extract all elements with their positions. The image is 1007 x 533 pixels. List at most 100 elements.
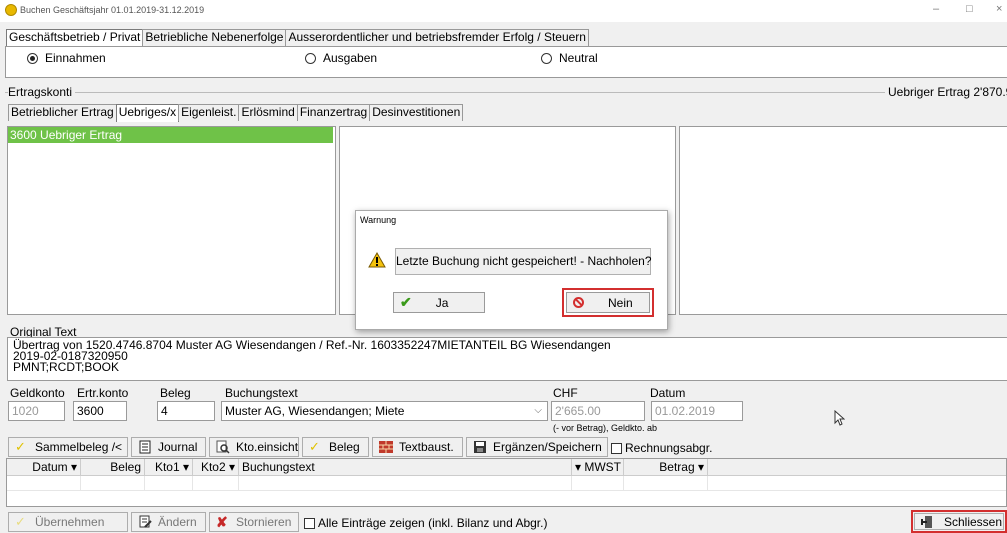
journal-icon [138,440,152,454]
schliessen-button[interactable]: Schliessen [914,513,1004,530]
radio-label: Ausgaben [323,51,378,65]
col-datum[interactable]: Datum ▾ [7,459,81,475]
ertrkonto-field[interactable]: 3600 [73,401,127,421]
grid-cell [572,476,624,490]
chf-field[interactable]: 2'665.00 [551,401,645,421]
journal-button[interactable]: Journal [131,437,206,457]
col-betrag[interactable]: Betrag ▾ [624,459,708,475]
cross-icon: ✘ [216,514,228,530]
tab-finanzertrag[interactable]: Finanzertrag [296,104,371,121]
col-beleg[interactable]: Beleg [81,459,145,475]
kto-einsicht-button[interactable]: Kto.einsicht [209,437,299,457]
aendern-label: Ändern [158,515,197,529]
col-kto2[interactable]: Kto2 ▾ [193,459,239,475]
geldkonto-field[interactable]: 1020 [8,401,65,421]
check-icon: ✔ [400,294,412,310]
checkbox-box [611,442,622,454]
tab-geschaeftsbetrieb[interactable]: Geschäftsbetrieb / Privat [6,29,144,47]
textbaust-label: Textbaust. [399,440,454,454]
rechnungsabgr-checkbox[interactable]: Rechnungsabgr. [611,441,712,455]
check-icon: ✓ [15,439,26,454]
original-text-box[interactable]: Übertrag von 1520.4746.8704 Muster AG Wi… [7,337,1007,381]
maximize-button[interactable]: □ [966,3,973,15]
ertrkonto-label: Ertr.konto [77,386,129,400]
mouse-cursor-icon [834,410,845,426]
col-kto1[interactable]: Kto1 ▾ [145,459,193,475]
radio-panel [5,46,1007,78]
tab-desinvestitionen[interactable]: Desinvestitionen [369,104,464,121]
col-mwst[interactable]: ▾ MWST [572,459,624,475]
original-text-line: PMNT;RCDT;BOOK [13,360,120,374]
uebernehmen-button[interactable]: ✓ Übernehmen [8,512,128,532]
sammelbeleg-label: Sammelbeleg /< [35,440,123,454]
rechnungsabgr-label: Rechnungsabgr. [625,441,713,455]
grid-header: Datum ▾ Beleg Kto1 ▾ Kto2 ▾ Buchungstext… [7,459,1006,476]
ergaenzen-speichern-button[interactable]: Ergänzen/Speichern [466,437,608,457]
chevron-down-icon: ⌵ [534,405,542,416]
alle-eintraege-label: Alle Einträge zeigen (inkl. Bilanz und A… [318,516,548,530]
uebernehmen-label: Übernehmen [35,515,105,529]
alle-eintraege-checkbox[interactable]: Alle Einträge zeigen (inkl. Bilanz und A… [304,516,547,530]
radio-neutral[interactable]: Neutral [541,51,598,65]
beleg-field[interactable]: 4 [157,401,215,421]
radio-einnahmen[interactable]: Einnahmen [27,51,106,65]
ja-button[interactable]: ✔ Ja [393,292,485,313]
aendern-button[interactable]: Ändern [131,512,206,532]
radio-label: Neutral [559,51,598,65]
col-buchungstext[interactable]: Buchungstext [239,459,572,475]
grid-cell [624,476,708,490]
group-divider [5,92,1007,93]
konti-list[interactable]: 3600 Uebriger Ertrag [7,126,336,315]
sammelbeleg-button[interactable]: ✓ Sammelbeleg /< [8,437,128,457]
nein-highlight: Nein [562,288,654,317]
kto-einsicht-label: Kto.einsicht [236,440,299,454]
stornieren-button[interactable]: ✘ Stornieren [209,512,299,532]
journal-grid[interactable]: Datum ▾ Beleg Kto1 ▾ Kto2 ▾ Buchungstext… [6,458,1007,507]
tab-eigenleist[interactable]: Eigenleist. [178,104,240,121]
radio-dot [541,52,552,64]
datum-field[interactable]: 01.02.2019 [651,401,743,421]
edit-icon [138,515,152,529]
buchungstext-value: Muster AG, Wiesendangen; Miete [225,404,405,418]
dialog-message: Letzte Buchung nicht gespeichert! - Nach… [395,248,652,275]
radio-ausgaben[interactable]: Ausgaben [305,51,377,65]
textbaust-button[interactable]: Textbaust. [372,437,463,457]
list-item[interactable]: 3600 Uebriger Ertrag [8,127,333,143]
tab-nebenerfolge[interactable]: Betriebliche Nebenerfolge [142,29,287,46]
uebriger-ertrag-summary: Uebriger Ertrag 2'870.90 [885,85,1007,99]
right-list[interactable] [679,126,1007,315]
tab-erloesmind[interactable]: Erlösmind [238,104,298,121]
radio-label: Einnahmen [45,51,106,65]
warning-icon [368,252,386,268]
chf-hint: (- vor Betrag), Geldkto. ab [553,423,658,433]
journal-label: Journal [158,440,198,454]
nein-label: Nein [608,295,633,310]
exit-door-icon [920,515,934,529]
stop-icon [573,297,584,308]
grid-cell [145,476,193,490]
check-icon: ✓ [309,439,320,454]
dialog-title: Warnung [360,215,397,225]
checkbox-box [304,517,315,529]
chf-label: CHF [553,386,578,400]
check-icon: ✓ [15,514,26,529]
minimize-button[interactable]: – [933,3,939,15]
tab-betrieblicher-ertrag[interactable]: Betrieblicher Ertrag [8,104,117,121]
beleg-label: Beleg [160,386,191,400]
save-icon [473,440,487,454]
close-button[interactable]: × [996,3,1002,15]
buchungstext-select[interactable]: Muster AG, Wiesendangen; Miete ⌵ [221,401,548,421]
nein-button[interactable]: Nein [566,292,650,313]
magnifier-icon [216,440,230,454]
brick-icon [379,440,393,454]
beleg-button[interactable]: ✓ Beleg [302,437,369,457]
top-tabs: Geschäftsbetrieb / Privat Betriebliche N… [6,29,589,47]
table-row[interactable] [7,476,1006,491]
original-text-line: 2019-02-0187320950 [13,349,128,363]
datum-label: Datum [650,386,686,400]
tab-uebriges[interactable]: Uebriges/x [115,104,180,122]
schliessen-label: Schliessen [944,514,1003,529]
ergaenzen-label: Ergänzen/Speichern [493,440,602,454]
tab-ausserordentlich[interactable]: Ausserordentlicher und betriebsfremder E… [285,29,589,46]
grid-cell [193,476,239,490]
